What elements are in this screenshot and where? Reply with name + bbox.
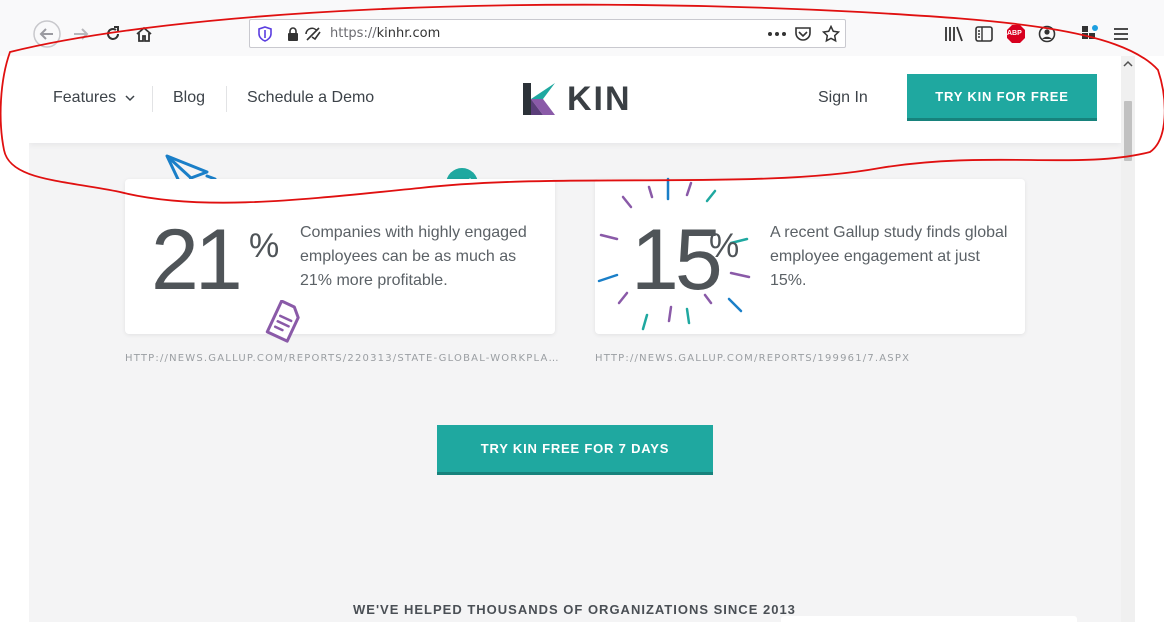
sign-in-link[interactable]: Sign In bbox=[818, 89, 868, 107]
section-heading: WE'VE HELPED THOUSANDS OF ORGANIZATIONS … bbox=[353, 602, 796, 617]
extensions-icon bbox=[1082, 25, 1098, 39]
reload-button[interactable] bbox=[97, 18, 129, 50]
bookmark-star-icon[interactable] bbox=[822, 25, 840, 43]
nav-divider bbox=[226, 86, 227, 112]
forward-button[interactable] bbox=[65, 18, 97, 50]
nav-features-label: Features bbox=[53, 89, 117, 106]
url-text[interactable]: https://kinhr.com bbox=[330, 26, 440, 41]
stat-description: A recent Gallup study finds global emplo… bbox=[770, 224, 1008, 289]
nav-blog[interactable]: Blog bbox=[173, 89, 205, 107]
stat-unit: % bbox=[709, 227, 740, 265]
home-button[interactable] bbox=[128, 18, 160, 50]
reload-icon bbox=[107, 26, 119, 40]
back-button[interactable] bbox=[31, 18, 63, 50]
nav-schedule-demo[interactable]: Schedule a Demo bbox=[247, 89, 374, 107]
scroll-up-arrow-icon[interactable] bbox=[1121, 58, 1135, 70]
stat-number: 15 bbox=[631, 212, 723, 308]
window-margin bbox=[1135, 56, 1164, 622]
stat-description: Companies with highly engaged employees … bbox=[300, 224, 527, 289]
document-icon bbox=[265, 300, 300, 343]
back-icon bbox=[33, 20, 61, 48]
sidebar-button[interactable] bbox=[968, 18, 1000, 50]
pocket-icon[interactable] bbox=[794, 25, 812, 43]
browser-toolbar: https://kinhr.com ABP bbox=[0, 0, 1164, 56]
site-header: Features Blog Schedule a Demo KIN Sign I… bbox=[29, 56, 1121, 143]
home-icon bbox=[136, 26, 152, 42]
forward-icon bbox=[74, 28, 89, 40]
page-viewport: Features Blog Schedule a Demo KIN Sign I… bbox=[29, 56, 1135, 622]
account-button[interactable] bbox=[1031, 18, 1063, 50]
nav-divider bbox=[152, 86, 153, 112]
url-host: kinhr.com bbox=[376, 26, 441, 41]
stat-source-link[interactable]: HTTP://NEWS.GALLUP.COM/REPORTS/220313/ST… bbox=[125, 353, 560, 364]
account-icon bbox=[1038, 25, 1056, 43]
vertical-scrollbar[interactable] bbox=[1121, 56, 1135, 622]
adblock-label: ABP bbox=[1007, 30, 1022, 37]
try-kin-free-button[interactable]: TRY KIN FOR FREE bbox=[907, 74, 1097, 121]
nav-features[interactable]: Features bbox=[53, 89, 135, 107]
shield-icon[interactable] bbox=[257, 26, 273, 42]
menu-button[interactable] bbox=[1105, 18, 1137, 50]
stat-source-link[interactable]: HTTP://NEWS.GALLUP.COM/REPORTS/199961/7.… bbox=[595, 353, 910, 364]
library-button[interactable] bbox=[938, 18, 970, 50]
chevron-down-icon bbox=[125, 95, 135, 102]
stat-number: 21 bbox=[151, 212, 243, 308]
tracking-icon[interactable] bbox=[304, 26, 322, 42]
url-bar[interactable]: https://kinhr.com bbox=[249, 19, 846, 48]
stat-card-engagement: 15 % A recent Gallup study finds global … bbox=[595, 177, 1025, 334]
stat-card-profitability: 21 % Companies with highly engaged emplo… bbox=[125, 179, 555, 334]
extensions-button[interactable] bbox=[1074, 18, 1106, 50]
stat-unit: % bbox=[249, 227, 280, 265]
logo-wordmark: KIN bbox=[567, 80, 632, 118]
logo-card-edge bbox=[781, 616, 1077, 622]
adblock-button[interactable]: ABP bbox=[1000, 18, 1032, 50]
lock-icon[interactable] bbox=[286, 27, 300, 41]
try-kin-7-days-button[interactable]: TRY KIN FREE FOR 7 DAYS bbox=[437, 425, 713, 475]
more-icon[interactable] bbox=[767, 31, 787, 37]
scrollbar-thumb[interactable] bbox=[1124, 101, 1132, 161]
kin-logo-mark-icon bbox=[523, 83, 555, 115]
sidebar-icon bbox=[975, 26, 993, 42]
url-scheme: https:// bbox=[330, 26, 377, 41]
library-icon bbox=[945, 26, 963, 42]
menu-icon bbox=[1114, 28, 1128, 40]
